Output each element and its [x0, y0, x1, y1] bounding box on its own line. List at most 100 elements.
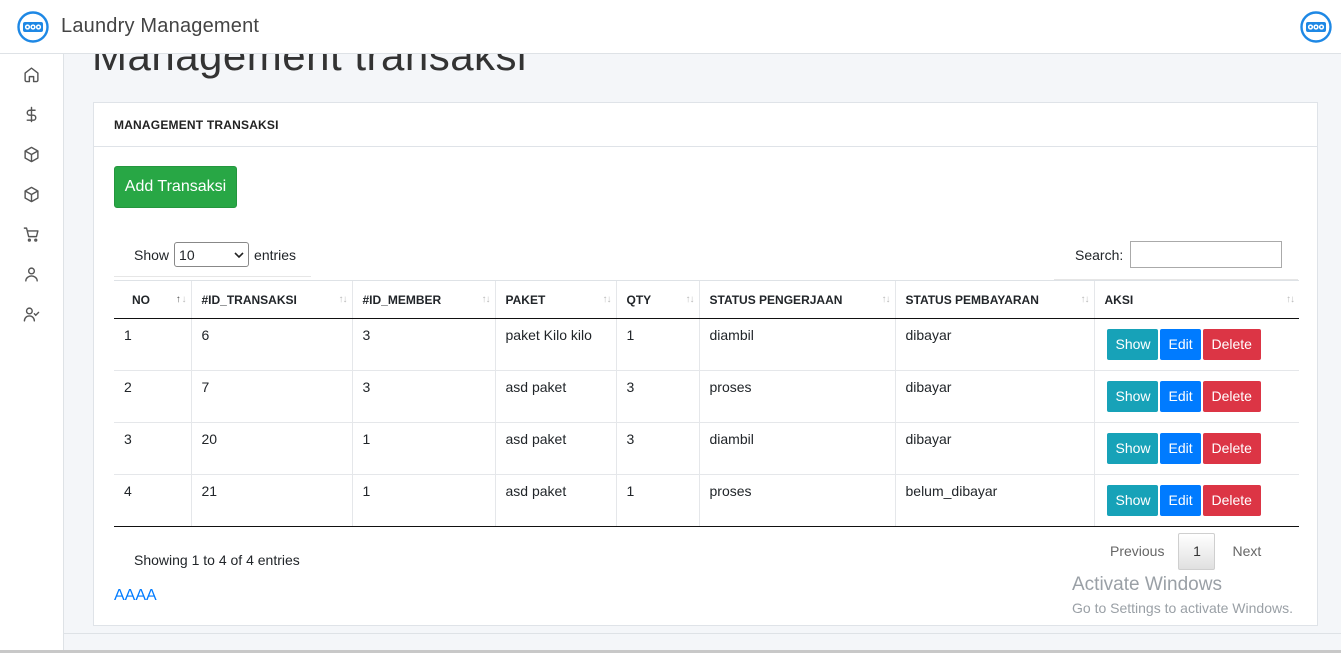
- show-button[interactable]: Show: [1106, 485, 1158, 516]
- top-navbar: Laundry Management: [0, 0, 1341, 54]
- next-page-button[interactable]: Next: [1215, 543, 1275, 559]
- cell-aksi: Show Edit Delete: [1093, 474, 1299, 527]
- cell-id-transaksi: 7: [190, 370, 352, 423]
- entries-length-control: Show 10 entries: [134, 242, 296, 267]
- cell-status-pembayaran: dibayar: [894, 370, 1094, 423]
- page-length-select[interactable]: 10: [174, 242, 250, 267]
- cell-paket: asd paket: [494, 422, 616, 475]
- col-header-id-member[interactable]: #ID_MEMBER ↑↓: [351, 280, 495, 319]
- aaaa-link[interactable]: AAAA: [114, 587, 157, 605]
- windows-activation-watermark: Activate Windows Go to Settings to activ…: [1072, 574, 1293, 616]
- cell-no: 3: [114, 422, 191, 475]
- cell-id-member: 3: [351, 370, 495, 423]
- sidebar: [0, 54, 64, 653]
- table-header-row: NO ↑ ↓ #ID_TRANSAKSI ↑↓ #ID_MEMBER ↑↓ PAKET…: [114, 280, 1299, 319]
- col-header-aksi[interactable]: AKSI ↑↓: [1093, 280, 1299, 319]
- cell-id-member: 1: [351, 474, 495, 527]
- cell-paket: paket Kilo kilo: [494, 318, 616, 371]
- user-menu-icon[interactable]: [1300, 11, 1332, 43]
- app-title[interactable]: Laundry Management: [61, 15, 259, 38]
- edit-button[interactable]: Edit: [1159, 381, 1201, 412]
- cell-status-pembayaran: dibayar: [894, 318, 1094, 371]
- delete-button[interactable]: Delete: [1202, 329, 1261, 360]
- divider: [114, 276, 311, 277]
- cell-aksi: Show Edit Delete: [1093, 370, 1299, 423]
- transactions-table: NO ↑ ↓ #ID_TRANSAKSI ↑↓ #ID_MEMBER ↑↓ PAKET…: [114, 280, 1299, 527]
- edit-button[interactable]: Edit: [1159, 485, 1201, 516]
- page-1-button[interactable]: 1: [1178, 532, 1216, 570]
- cell-paket: asd paket: [494, 370, 616, 423]
- search-input[interactable]: [1130, 241, 1283, 268]
- pagination: Previous 1 Next: [1097, 532, 1275, 570]
- sort-icon: ↑↓: [602, 294, 612, 305]
- cell-qty: 1: [615, 318, 699, 371]
- cell-aksi: Show Edit Delete: [1093, 422, 1299, 475]
- cart-icon[interactable]: [21, 224, 41, 244]
- transaction-card: MANAGEMENT TRANSAKSI Add Transaksi Show …: [93, 102, 1318, 626]
- col-header-status-pengerjaan[interactable]: STATUS PENGERJAAN ↑↓: [698, 280, 895, 319]
- show-button[interactable]: Show: [1106, 433, 1158, 464]
- page-length-value: 10: [179, 246, 195, 263]
- sort-icon: ↑↓: [1080, 294, 1090, 305]
- show-label: Show: [134, 246, 170, 263]
- search-label: Search:: [1075, 246, 1124, 263]
- delete-button[interactable]: Delete: [1202, 381, 1261, 412]
- table-row: 3 20 1 asd paket 3 diambil dibayar Show E…: [114, 422, 1299, 475]
- table-row: 4 21 1 asd paket 1 proses belum_dibayar …: [114, 474, 1299, 527]
- table-row: 1 6 3 paket Kilo kilo 1 diambil dibayar …: [114, 318, 1299, 371]
- cell-status-pengerjaan: proses: [698, 370, 895, 423]
- cell-paket: asd paket: [494, 474, 616, 527]
- cell-id-member: 3: [351, 318, 495, 371]
- sort-icon: ↑↓: [685, 294, 695, 305]
- box-icon[interactable]: [21, 184, 41, 204]
- cell-qty: 3: [615, 422, 699, 475]
- cell-qty: 1: [615, 474, 699, 527]
- card-header: MANAGEMENT TRANSAKSI: [94, 103, 1317, 147]
- cell-id-member: 1: [351, 422, 495, 475]
- delete-button[interactable]: Delete: [1202, 485, 1261, 516]
- sort-icon: ↑↓: [1286, 294, 1295, 305]
- watermark-title: Activate Windows: [1072, 574, 1222, 595]
- col-header-paket[interactable]: PAKET ↑↓: [494, 280, 616, 319]
- col-header-no[interactable]: NO ↑ ↓: [114, 280, 191, 319]
- col-header-status-pembayaran[interactable]: STATUS PEMBAYARAN ↑↓: [894, 280, 1094, 319]
- cell-no: 4: [114, 474, 191, 527]
- sort-icon: ↑↓: [481, 294, 491, 305]
- cell-status-pengerjaan: diambil: [698, 318, 895, 371]
- cell-id-transaksi: 20: [190, 422, 352, 475]
- cell-no: 2: [114, 370, 191, 423]
- main-content: Management transaksi MANAGEMENT TRANSAKS…: [64, 54, 1341, 653]
- box-icon[interactable]: [21, 144, 41, 164]
- previous-page-button[interactable]: Previous: [1097, 543, 1178, 559]
- show-button[interactable]: Show: [1106, 329, 1158, 360]
- sort-icon: ↑ ↓: [175, 294, 187, 305]
- edit-button[interactable]: Edit: [1159, 329, 1201, 360]
- page-title: Management transaksi: [92, 54, 527, 79]
- col-header-id-transaksi[interactable]: #ID_TRANSAKSI ↑↓: [190, 280, 352, 319]
- cell-id-transaksi: 6: [190, 318, 352, 371]
- show-button[interactable]: Show: [1106, 381, 1158, 412]
- col-header-qty[interactable]: QTY ↑↓: [615, 280, 699, 319]
- divider: [64, 633, 1341, 634]
- sort-icon: ↑↓: [338, 294, 348, 305]
- user-check-icon[interactable]: [21, 304, 41, 324]
- home-icon[interactable]: [21, 64, 41, 84]
- delete-button[interactable]: Delete: [1202, 433, 1261, 464]
- cell-no: 1: [114, 318, 191, 371]
- chevron-down-icon: [234, 251, 244, 258]
- edit-button[interactable]: Edit: [1159, 433, 1201, 464]
- owl-logo-icon[interactable]: [17, 10, 49, 43]
- sort-icon: ↑↓: [881, 294, 891, 305]
- add-transaksi-button[interactable]: Add Transaksi: [114, 166, 237, 208]
- cell-status-pengerjaan: proses: [698, 474, 895, 527]
- user-icon[interactable]: [21, 264, 41, 284]
- cell-status-pembayaran: dibayar: [894, 422, 1094, 475]
- entries-label: entries: [254, 246, 297, 263]
- cell-qty: 3: [615, 370, 699, 423]
- search-control: Search:: [1075, 241, 1283, 268]
- table-info: Showing 1 to 4 of 4 entries: [134, 552, 300, 568]
- table-row: 2 7 3 asd paket 3 proses dibayar Show Edi…: [114, 370, 1299, 423]
- cell-aksi: Show Edit Delete: [1093, 318, 1299, 371]
- dollar-icon[interactable]: [21, 104, 41, 124]
- cell-id-transaksi: 21: [190, 474, 352, 527]
